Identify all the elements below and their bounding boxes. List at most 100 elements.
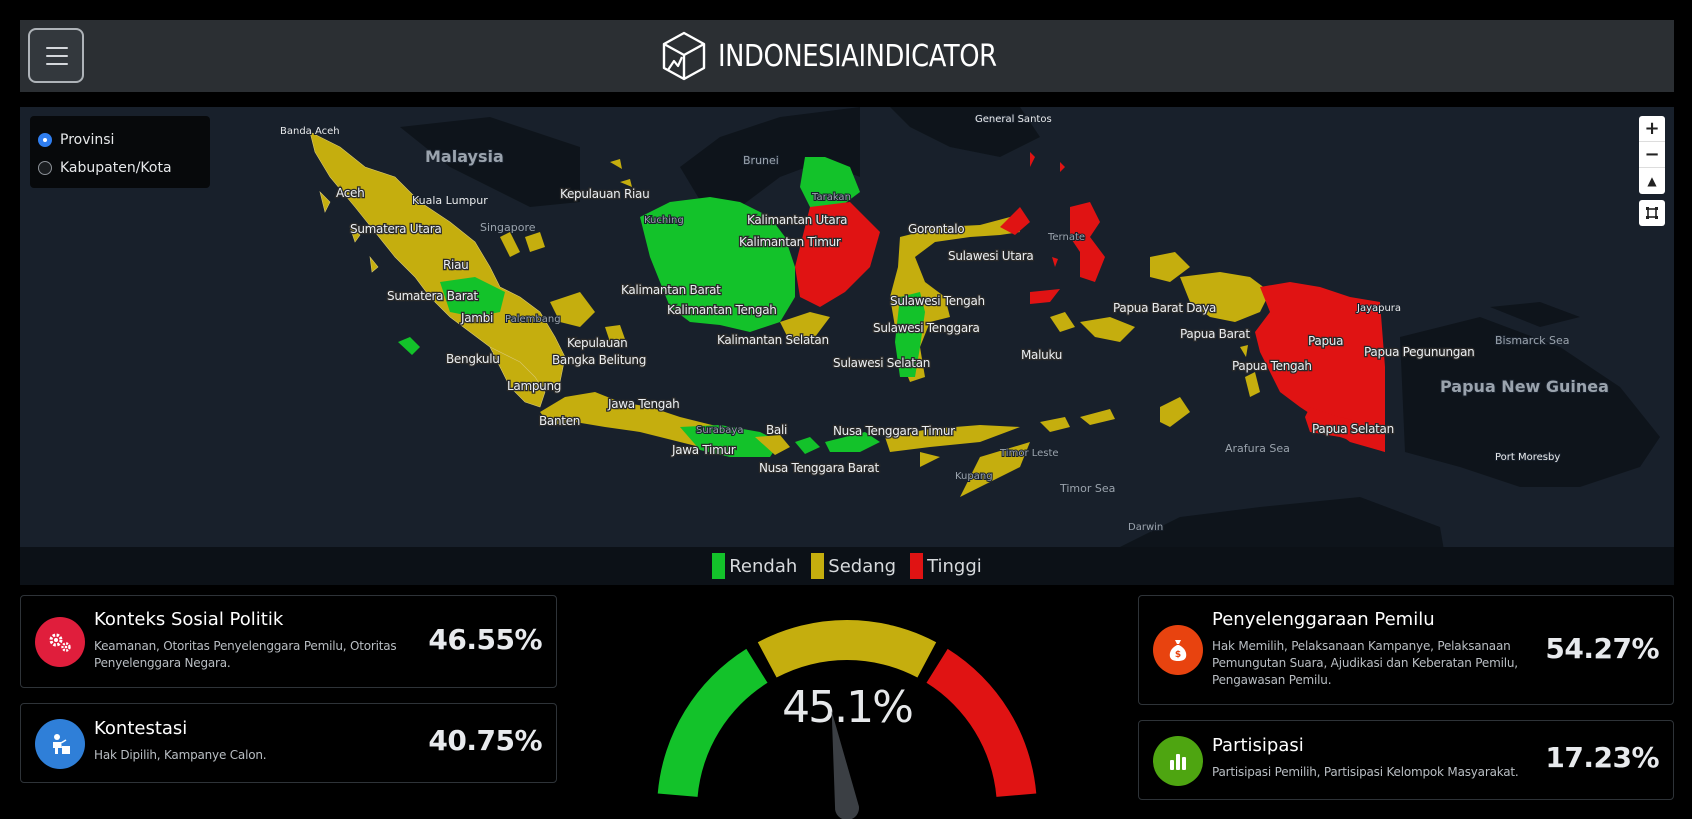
bg-label-bismarck-sea: Bismarck Sea — [1495, 334, 1569, 347]
legend-item-rendah: Rendah — [712, 553, 797, 579]
card-partisipasi[interactable]: Partisipasi Partisipasi Pemilih, Partisi… — [1138, 720, 1674, 800]
label-bengkulu: Bengkulu — [446, 352, 500, 366]
cube-chart-logo-icon — [662, 31, 706, 81]
zoom-out-button[interactable]: − — [1639, 142, 1665, 168]
bg-label-port-moresby: Port Moresby — [1495, 452, 1560, 463]
gauge-value-label: 45.1% — [782, 682, 912, 733]
bg-label-darwin: Darwin — [1128, 522, 1163, 533]
card-penyelenggaraan-pemilu[interactable]: $ Penyelenggaraan Pemilu Hak Memilih, Pe… — [1138, 595, 1674, 705]
gears-icon — [35, 617, 85, 667]
gauge-band-sedang — [757, 620, 937, 678]
legend-label-sedang: Sedang — [828, 555, 897, 577]
label-nusa-tenggara-timur: Nusa Tenggara Timur — [833, 424, 955, 438]
legend-label-rendah: Rendah — [729, 555, 798, 577]
radio-button-kabupaten-kota[interactable] — [38, 161, 52, 175]
gauge-band-rendah — [657, 648, 768, 797]
fit-extent-button[interactable] — [1639, 200, 1665, 226]
fit-extent-icon — [1646, 207, 1658, 219]
overall-index-gauge: 45.1% — [657, 620, 1037, 819]
card-title: Partisipasi — [1212, 735, 1304, 756]
label-kepulauan: Kepulauan — [567, 336, 627, 350]
label-papua-barat-daya: Papua Barat Daya — [1113, 301, 1216, 315]
card-value: 54.27% — [1545, 632, 1659, 665]
radio-label-kabupaten-kota: Kabupaten/Kota — [60, 160, 172, 176]
label-kepulauan-riau: Kepulauan Riau — [560, 187, 649, 201]
card-title: Kontestasi — [94, 718, 188, 739]
bg-label-kuching: Kuching — [644, 215, 684, 226]
card-description: Partisipasi Pemilih, Partisipasi Kelompo… — [1212, 765, 1519, 779]
label-sumatera-utara: Sumatera Utara — [350, 222, 441, 236]
province-bengkulu-island[interactable] — [398, 337, 420, 355]
card-value: 40.75% — [428, 724, 542, 757]
label-bangka-belitung: Bangka Belitung — [552, 353, 646, 367]
bg-label-jayapura: Jayapura — [1356, 303, 1401, 314]
money-bag-icon: $ — [1153, 625, 1203, 675]
label-jawa-timur: Jawa Timur — [671, 443, 736, 457]
label-sulawesi-selatan: Sulawesi Selatan — [833, 356, 930, 370]
hamburger-line — [46, 55, 68, 57]
bg-label-timor-sea: Timor Sea — [1059, 482, 1115, 495]
card-kontestasi[interactable]: Kontestasi Hak Dipilih, Kampanye Calon. … — [20, 703, 557, 783]
radio-button-provinsi[interactable] — [38, 133, 52, 147]
bg-label-surabaya: Surabaya — [696, 425, 743, 436]
app-logo[interactable]: INDONESIAINDICATOR — [660, 30, 1042, 82]
label-papua-pegunungan: Papua Pegunungan — [1364, 345, 1474, 359]
app-title: INDONESIAINDICATOR — [718, 38, 997, 74]
label-nusa-tenggara-barat: Nusa Tenggara Barat — [759, 461, 879, 475]
label-kalimantan-selatan: Kalimantan Selatan — [717, 333, 829, 347]
hamburger-menu-button[interactable] — [28, 28, 84, 83]
radio-kabupaten-kota[interactable]: Kabupaten/Kota — [38, 154, 202, 182]
card-description: Hak Memilih, Pelaksanaan Kampanye, Pelak… — [1212, 639, 1518, 687]
label-jambi: Jambi — [460, 311, 493, 325]
label-kalimantan-utara: Kalimantan Utara — [747, 213, 847, 227]
bg-label-malaysia: Malaysia — [425, 147, 504, 166]
bg-label-tarakan: Tarakan — [811, 192, 851, 203]
bg-label-banda-aceh: Banda Aceh — [280, 126, 340, 137]
label-kalimantan-barat: Kalimantan Barat — [621, 283, 721, 297]
label-bali: Bali — [766, 423, 787, 437]
bg-label-timor-leste: Timor Leste — [999, 448, 1059, 459]
label-sulawesi-tengah: Sulawesi Tengah — [890, 294, 985, 308]
label-jawa-tengah: Jawa Tengah — [607, 397, 679, 411]
card-konteks-sosial-politik[interactable]: Konteks Sosial Politik Keamanan, Otorita… — [20, 595, 557, 688]
zoom-in-button[interactable]: + — [1639, 116, 1665, 142]
radio-provinsi[interactable]: Provinsi — [38, 126, 202, 154]
legend-label-tinggi: Tinggi — [927, 555, 982, 577]
label-papua-tengah: Papua Tengah — [1232, 359, 1312, 373]
bg-label-general-santos: General Santos — [975, 114, 1052, 125]
legend-swatch-sedang — [811, 553, 825, 579]
label-papua: Papua — [1308, 334, 1343, 348]
svg-text:$: $ — [1175, 650, 1181, 660]
person-podium-icon — [35, 719, 85, 769]
label-papua-barat: Papua Barat — [1180, 327, 1250, 341]
label-lampung: Lampung — [507, 379, 561, 393]
bg-label-palembang: Palembang — [505, 314, 561, 325]
bg-label-kuala-lumpur: Kuala Lumpur — [412, 194, 488, 207]
bg-label-ternate: Ternate — [1047, 232, 1085, 243]
radio-label-provinsi: Provinsi — [60, 132, 115, 148]
card-description: Keamanan, Otoritas Penyelenggara Pemilu,… — [94, 639, 397, 670]
hamburger-line — [46, 63, 68, 65]
legend-swatch-rendah — [712, 553, 726, 579]
legend-item-tinggi: Tinggi — [910, 553, 982, 579]
card-title: Penyelenggaraan Pemilu — [1212, 609, 1435, 630]
card-value: 17.23% — [1545, 741, 1659, 774]
map-legend: Rendah Sedang Tinggi — [20, 547, 1674, 585]
bg-label-kupang: Kupang — [955, 471, 993, 482]
zoom-controls: + − ▲ — [1639, 116, 1665, 194]
hamburger-menu-icon — [46, 47, 68, 49]
bg-label-brunei: Brunei — [743, 154, 779, 167]
region-level-selector: Provinsi Kabupaten/Kota — [30, 116, 210, 188]
map-canvas[interactable]: Malaysia Kuala Lumpur Singapore Brunei K… — [20, 107, 1674, 585]
label-sumatera-barat: Sumatera Barat — [387, 289, 478, 303]
label-riau: Riau — [443, 258, 468, 272]
label-gorontalo: Gorontalo — [908, 222, 964, 236]
bg-label-singapore: Singapore — [480, 221, 536, 234]
label-maluku: Maluku — [1021, 348, 1062, 362]
legend-swatch-tinggi — [910, 553, 924, 579]
label-sulawesi-tenggara: Sulawesi Tenggara — [873, 321, 980, 335]
card-value: 46.55% — [428, 623, 542, 656]
label-kalimantan-timur: Kalimantan Timur — [739, 235, 841, 249]
reset-north-button[interactable]: ▲ — [1639, 168, 1665, 194]
indonesia-choropleth-map[interactable]: Malaysia Kuala Lumpur Singapore Brunei K… — [20, 107, 1674, 585]
